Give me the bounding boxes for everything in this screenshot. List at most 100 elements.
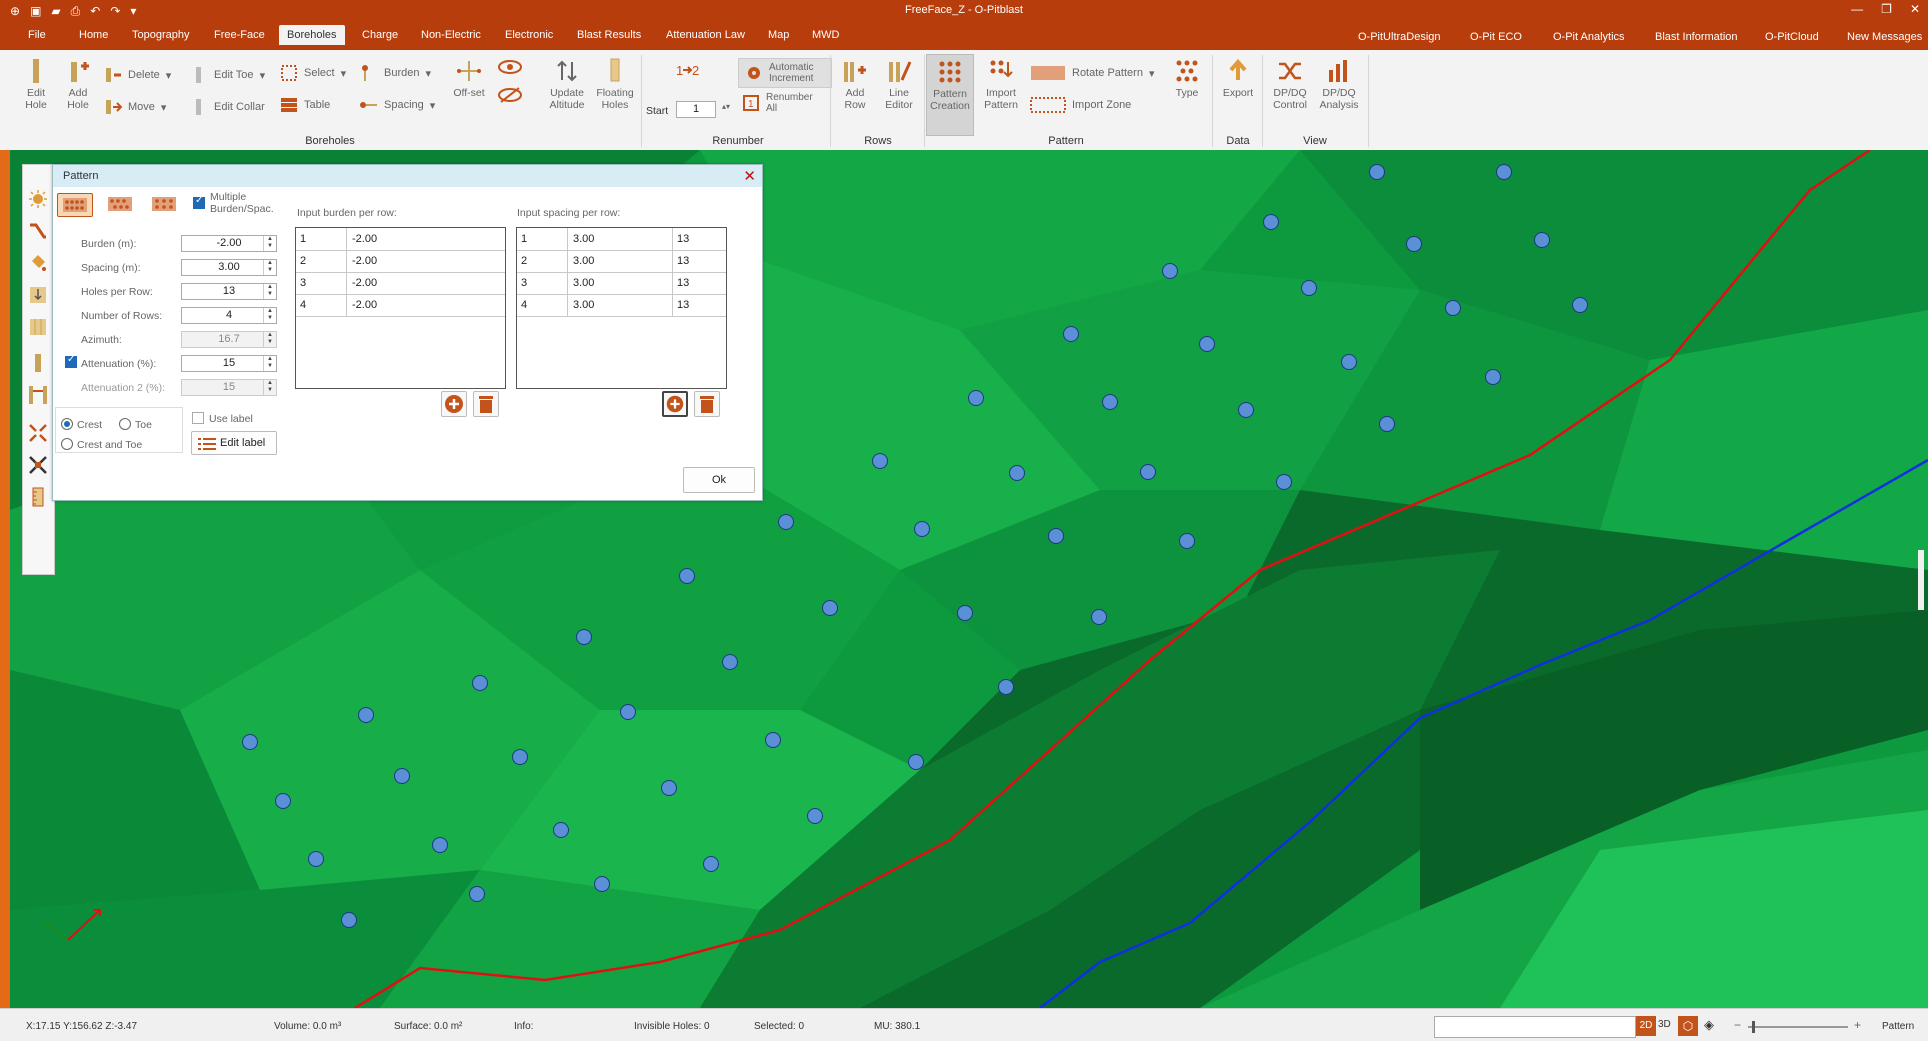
table-row[interactable]: 4 3.00 13 bbox=[517, 294, 726, 317]
borehole[interactable] bbox=[1534, 232, 1550, 248]
zoom-slider[interactable] bbox=[1748, 1026, 1848, 1028]
borehole[interactable] bbox=[1369, 164, 1385, 180]
link-cloud[interactable]: O-PitCloud bbox=[1765, 31, 1819, 43]
delete-button[interactable]: Delete ▾ bbox=[104, 66, 171, 84]
borehole[interactable] bbox=[908, 754, 924, 770]
pattern-creation-button[interactable]: Pattern Creation bbox=[926, 54, 974, 136]
borehole[interactable] bbox=[358, 707, 374, 723]
borehole[interactable] bbox=[1572, 297, 1588, 313]
borehole[interactable] bbox=[765, 732, 781, 748]
staggered-pattern-button[interactable] bbox=[105, 193, 137, 217]
table-row[interactable]: 3 3.00 13 bbox=[517, 272, 726, 295]
borehole[interactable] bbox=[1379, 416, 1395, 432]
dialog-close-icon[interactable]: ✕ bbox=[743, 167, 756, 185]
edit-collar-button[interactable]: Edit Collar bbox=[190, 98, 265, 116]
borehole[interactable] bbox=[1009, 465, 1025, 481]
renumber-icon-button[interactable]: 12 bbox=[670, 58, 706, 87]
tab-attenuation-law[interactable]: Attenuation Law bbox=[666, 29, 745, 41]
borehole[interactable] bbox=[1091, 609, 1107, 625]
use-label-checkbox[interactable] bbox=[192, 412, 204, 424]
borehole[interactable] bbox=[275, 793, 291, 809]
tab-free-face[interactable]: Free-Face bbox=[214, 29, 265, 41]
start-number-input[interactable]: 1 bbox=[676, 101, 716, 118]
attenuation-input[interactable]: 15 ▲ ▼ bbox=[181, 355, 277, 372]
crest-radio[interactable] bbox=[61, 418, 73, 430]
close-icon[interactable]: ✕ bbox=[1910, 2, 1920, 16]
tab-non-electric[interactable]: Non-Electric bbox=[421, 29, 481, 41]
expand-arrows-icon[interactable] bbox=[28, 423, 48, 443]
borehole[interactable] bbox=[1406, 236, 1422, 252]
boreholes-column-icon[interactable] bbox=[28, 317, 48, 337]
collapse-arrows-icon[interactable] bbox=[28, 455, 48, 475]
viewport-scrollbar[interactable] bbox=[1918, 550, 1924, 610]
borehole[interactable] bbox=[722, 654, 738, 670]
holes-per-row-input[interactable]: 13 ▲ ▼ bbox=[181, 283, 277, 300]
automatic-increment-button[interactable]: Automatic Increment bbox=[738, 58, 832, 88]
borehole[interactable] bbox=[553, 822, 569, 838]
link-new-messages[interactable]: New Messages bbox=[1847, 31, 1922, 43]
select-button[interactable]: Select ▾ bbox=[280, 64, 346, 82]
single-hole-icon[interactable] bbox=[28, 353, 48, 373]
line-editor-button[interactable]: Line Editor bbox=[878, 58, 920, 111]
restore-icon[interactable]: ❐ bbox=[1881, 2, 1892, 16]
borehole[interactable] bbox=[594, 876, 610, 892]
offset-button[interactable]: Off-set bbox=[450, 58, 488, 99]
borehole[interactable] bbox=[957, 605, 973, 621]
tab-electronic[interactable]: Electronic bbox=[505, 29, 553, 41]
delete-burden-row-button[interactable] bbox=[473, 391, 499, 417]
table-row[interactable]: 1 -2.00 bbox=[296, 228, 505, 251]
borehole[interactable] bbox=[679, 568, 695, 584]
borehole[interactable] bbox=[1063, 326, 1079, 342]
move-button[interactable]: Move ▾ bbox=[104, 98, 166, 116]
attenuation-spinner-icon[interactable]: ▲ ▼ bbox=[263, 356, 276, 371]
tab-file[interactable]: File bbox=[28, 29, 46, 41]
holes-spinner-icon[interactable]: ▲ ▼ bbox=[263, 284, 276, 299]
add-burden-row-button[interactable] bbox=[441, 391, 467, 417]
attenuation-checkbox[interactable]: ✓ bbox=[65, 354, 77, 368]
visibility-toggle[interactable] bbox=[492, 58, 528, 106]
add-hole-button[interactable]: Add Hole bbox=[62, 58, 94, 111]
borehole[interactable] bbox=[1341, 354, 1357, 370]
borehole[interactable] bbox=[469, 886, 485, 902]
import-pattern-button[interactable]: Import Pattern bbox=[978, 58, 1024, 111]
borehole[interactable] bbox=[872, 453, 888, 469]
table-button[interactable]: Table bbox=[280, 96, 330, 114]
tab-topography[interactable]: Topography bbox=[132, 29, 190, 41]
table-row[interactable]: 4 -2.00 bbox=[296, 294, 505, 317]
sun-icon[interactable] bbox=[28, 189, 48, 209]
command-input[interactable] bbox=[1434, 1016, 1636, 1038]
borehole[interactable] bbox=[703, 856, 719, 872]
burden-button[interactable]: Burden ▾ bbox=[360, 64, 431, 82]
borehole[interactable] bbox=[1238, 402, 1254, 418]
type-button[interactable]: Type bbox=[1168, 58, 1206, 99]
fill-bucket-icon[interactable] bbox=[28, 253, 48, 273]
borehole[interactable] bbox=[822, 600, 838, 616]
start-spinner-icon[interactable]: ▴▾ bbox=[722, 102, 730, 111]
renumber-all-button[interactable]: 1 Renumber All bbox=[742, 92, 822, 114]
edit-label-button[interactable]: Edit label bbox=[191, 431, 277, 455]
dpdq-control-button[interactable]: DP/DQ Control bbox=[1268, 58, 1312, 111]
rectangular-pattern-button[interactable] bbox=[57, 193, 93, 217]
borehole[interactable] bbox=[968, 390, 984, 406]
table-row[interactable]: 3 -2.00 bbox=[296, 272, 505, 295]
spacing-spinner-icon[interactable]: ▲ ▼ bbox=[263, 260, 276, 275]
table-row[interactable]: 1 3.00 13 bbox=[517, 228, 726, 251]
import-zone-button[interactable]: Import Zone bbox=[1030, 96, 1131, 114]
borehole[interactable] bbox=[914, 521, 930, 537]
link-eco[interactable]: O-Pit ECO bbox=[1470, 31, 1522, 43]
zoom-slider-thumb[interactable] bbox=[1752, 1021, 1755, 1033]
multiple-burden-checkbox[interactable]: ✓ bbox=[193, 195, 205, 209]
ruler-icon[interactable] bbox=[28, 487, 48, 507]
borehole[interactable] bbox=[1485, 369, 1501, 385]
burden-per-row-table[interactable]: 1 -2.00 2 -2.00 3 -2.00 4 -2.00 bbox=[295, 227, 506, 389]
rows-spinner-icon[interactable]: ▲ ▼ bbox=[263, 308, 276, 323]
borehole[interactable] bbox=[432, 837, 448, 853]
link-analytics[interactable]: O-Pit Analytics bbox=[1553, 31, 1625, 43]
borehole[interactable] bbox=[512, 749, 528, 765]
tab-blast-results[interactable]: Blast Results bbox=[577, 29, 641, 41]
borehole[interactable] bbox=[1301, 280, 1317, 296]
edit-hole-button[interactable]: Edit Hole bbox=[20, 58, 52, 111]
borehole[interactable] bbox=[998, 679, 1014, 695]
table-row[interactable]: 2 -2.00 bbox=[296, 250, 505, 273]
borehole[interactable] bbox=[308, 851, 324, 867]
